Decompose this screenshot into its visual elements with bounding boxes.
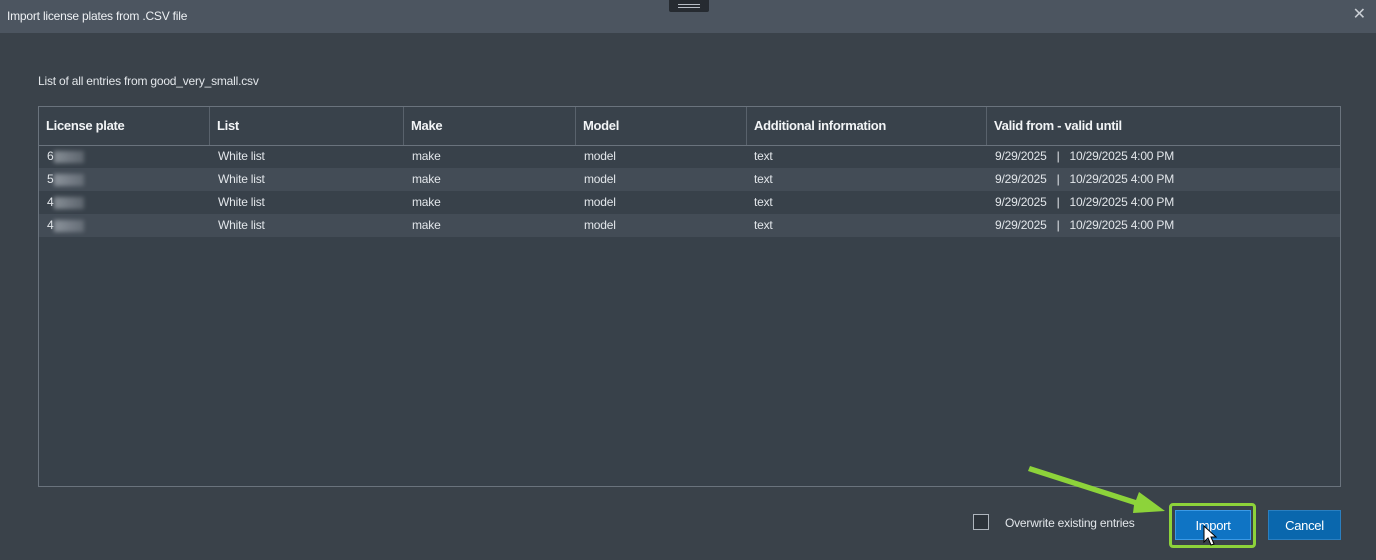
cursor-icon xyxy=(1203,525,1217,546)
annotation-arrow-icon xyxy=(1028,466,1165,513)
cancel-button[interactable]: Cancel xyxy=(1268,510,1341,540)
